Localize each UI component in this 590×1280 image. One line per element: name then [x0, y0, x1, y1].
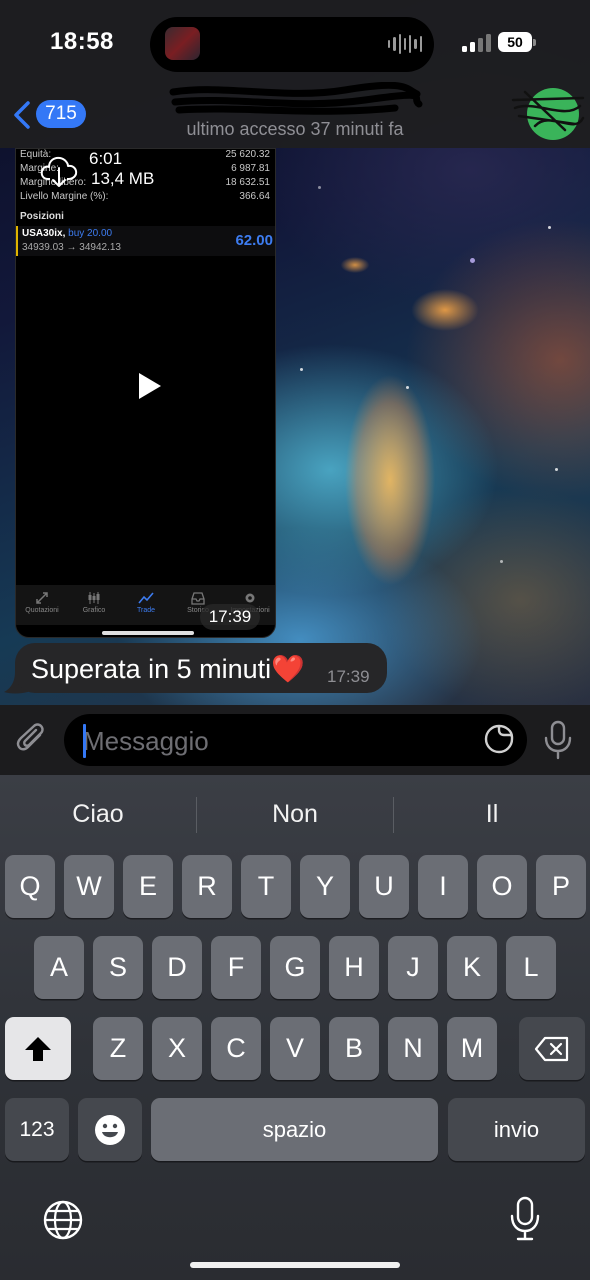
history-icon	[191, 592, 205, 605]
key-l[interactable]: L	[506, 936, 556, 999]
status-time: 18:58	[50, 28, 114, 55]
play-icon[interactable]	[134, 371, 164, 401]
space-key[interactable]: spazio	[151, 1098, 438, 1161]
avatar-redaction-scribble	[511, 90, 585, 132]
key-w[interactable]: W	[64, 855, 114, 918]
numbers-key[interactable]: 123	[5, 1098, 69, 1161]
key-a[interactable]: A	[34, 936, 84, 999]
audio-wave-icon	[388, 33, 422, 55]
key-h[interactable]: H	[329, 936, 379, 999]
video-message[interactable]: Equità: 25 620.32 Margine: 6 987.81 Margin…	[15, 148, 276, 638]
key-x[interactable]: X	[152, 1017, 202, 1080]
text-caret	[83, 724, 86, 758]
candles-icon	[88, 592, 100, 604]
key-m[interactable]: M	[447, 1017, 497, 1080]
key-k[interactable]: K	[447, 936, 497, 999]
key-y[interactable]: Y	[300, 855, 350, 918]
chevron-left-icon	[14, 101, 30, 129]
key-z[interactable]: Z	[93, 1017, 143, 1080]
unread-count-badge: 715	[36, 100, 86, 128]
mt-tab-chart: Grafico	[68, 585, 120, 614]
quotes-icon	[36, 592, 48, 604]
last-seen-status: ultimo accesso 37 minuti fa	[186, 119, 404, 139]
cellular-signal-icon	[462, 34, 492, 52]
key-r[interactable]: R	[182, 855, 232, 918]
key-v[interactable]: V	[270, 1017, 320, 1080]
key-c[interactable]: C	[211, 1017, 261, 1080]
key-f[interactable]: F	[211, 936, 261, 999]
key-d[interactable]: D	[152, 936, 202, 999]
video-file-size: 13,4 MB	[91, 169, 155, 188]
return-key[interactable]: invio	[448, 1098, 585, 1161]
globe-icon[interactable]	[42, 1199, 84, 1241]
key-t[interactable]: T	[241, 855, 291, 918]
message-timestamp: 17:39	[327, 667, 370, 686]
mt-tab-quotes: Quotazioni	[16, 585, 68, 614]
mt-tab-trade: Trade	[120, 585, 172, 614]
key-g[interactable]: G	[270, 936, 320, 999]
suggestion-3[interactable]: Il	[394, 797, 590, 831]
suggestion-1[interactable]: Ciao	[0, 797, 196, 831]
microphone-icon[interactable]	[541, 720, 575, 760]
key-o[interactable]: O	[477, 855, 527, 918]
name-redaction-scribble	[169, 82, 423, 115]
emoji-key[interactable]	[78, 1098, 142, 1161]
message-input[interactable]	[83, 726, 463, 756]
key-e[interactable]: E	[123, 855, 173, 918]
shift-key[interactable]	[5, 1017, 71, 1080]
now-playing-artwork	[165, 27, 200, 60]
key-j[interactable]: J	[388, 936, 438, 999]
battery-icon: 50	[498, 32, 532, 52]
key-u[interactable]: U	[359, 855, 409, 918]
emoji-icon	[95, 1115, 125, 1145]
download-cloud-icon[interactable]	[40, 153, 78, 189]
mt-position-row: USA30ix, buy 20.00 34939.03 → 34942.13 6…	[16, 226, 275, 256]
attach-icon[interactable]	[16, 723, 50, 757]
backspace-key[interactable]	[519, 1017, 585, 1080]
key-s[interactable]: S	[93, 936, 143, 999]
video-duration: 6:01	[89, 149, 123, 168]
shift-icon	[25, 1037, 51, 1061]
battery-tip	[533, 39, 536, 46]
mt-position-symbol: USA30ix, buy 20.00	[22, 228, 113, 239]
video-home-indicator	[102, 631, 194, 635]
mt-row-margin-level: Livello Margine (%): 366.64	[20, 191, 270, 202]
trade-icon	[138, 592, 154, 604]
video-timestamp: 17:39	[200, 604, 260, 630]
key-q[interactable]: Q	[5, 855, 55, 918]
key-b[interactable]: B	[329, 1017, 379, 1080]
backspace-icon	[534, 1036, 569, 1062]
key-p[interactable]: P	[536, 855, 586, 918]
key-n[interactable]: N	[388, 1017, 438, 1080]
key-i[interactable]: I	[418, 855, 468, 918]
mt-position-profit: 62.00	[235, 232, 273, 249]
dictation-icon[interactable]	[508, 1196, 542, 1242]
gear-icon	[245, 593, 255, 603]
suggestion-2[interactable]: Non	[197, 797, 393, 831]
message-text: Superata in 5 minuti❤️	[31, 654, 305, 684]
mt-position-prices: 34939.03 → 34942.13	[22, 242, 121, 253]
mt-positions-title: Posizioni	[20, 211, 64, 222]
back-button[interactable]: 715	[10, 96, 90, 134]
home-indicator	[190, 1262, 400, 1268]
sticker-icon[interactable]	[482, 722, 516, 756]
